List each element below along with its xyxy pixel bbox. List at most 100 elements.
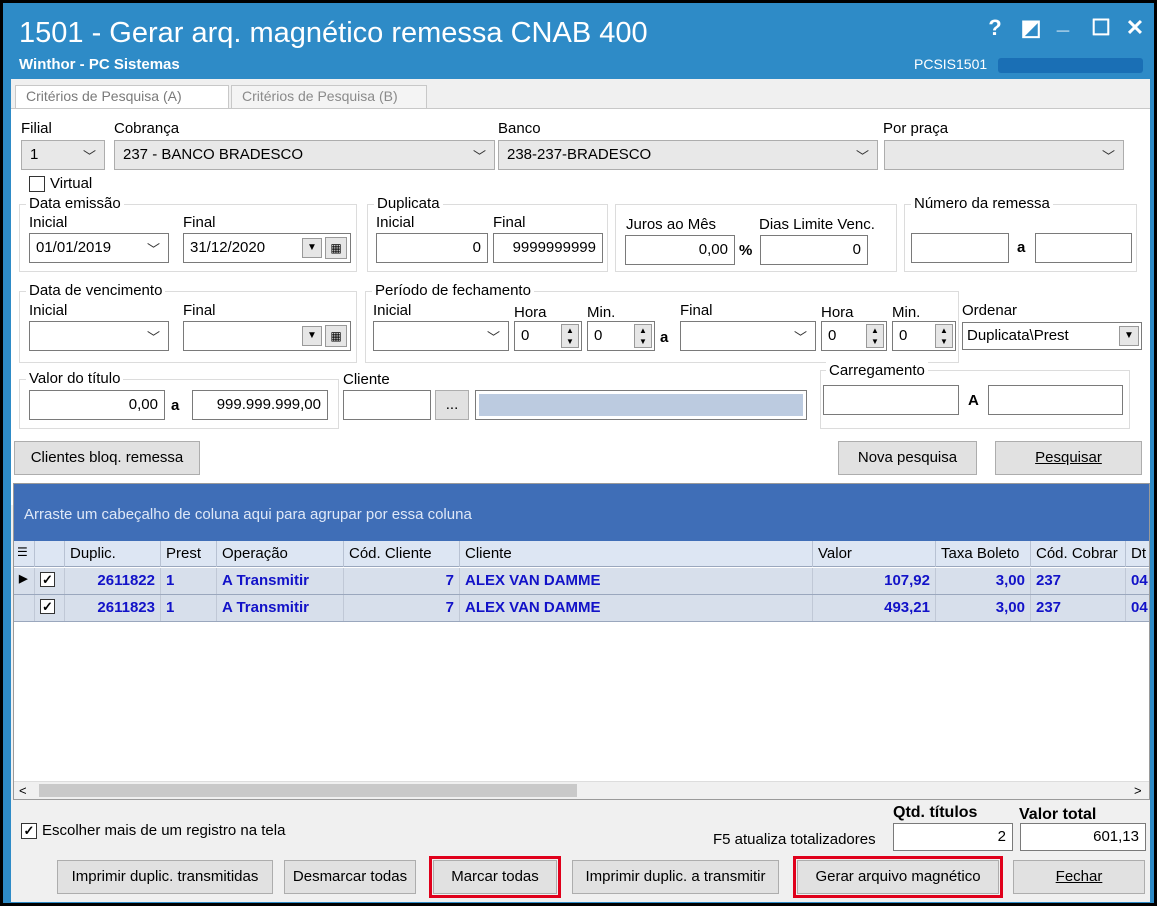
fechar-button[interactable]: Fechar bbox=[1013, 860, 1145, 894]
cell-prest: 1 bbox=[160, 568, 216, 594]
remessa-from-input[interactable] bbox=[911, 233, 1009, 263]
juros-label: Juros ao Mês bbox=[626, 216, 717, 233]
table-row[interactable]: ▶ ✓ 2611822 1 A Transmitir 7 ALEX VAN DA… bbox=[14, 568, 1149, 595]
scrollbar-thumb[interactable] bbox=[39, 784, 577, 797]
min1-spinner[interactable]: 0 ▲ ▼ bbox=[587, 321, 655, 351]
dropdown-arrow-icon[interactable]: ▼ bbox=[302, 326, 322, 346]
col-operacao[interactable]: Operação bbox=[216, 541, 343, 567]
column-header-row: ☰ Duplic. Prest Operação Cód. Cliente Cl… bbox=[14, 541, 1149, 567]
duplicata-inicial-label: Inicial bbox=[376, 214, 415, 231]
duplicata-final-input[interactable]: 9999999999 bbox=[493, 233, 603, 263]
col-duplic[interactable]: Duplic. bbox=[64, 541, 160, 567]
por-praca-select[interactable]: ﹀ bbox=[884, 140, 1124, 170]
close-button[interactable]: ✕ bbox=[1121, 15, 1149, 41]
carregamento-to-input[interactable] bbox=[988, 385, 1123, 415]
valor-total-field: 601,13 bbox=[1020, 823, 1146, 851]
row-checkbox[interactable]: ✓ bbox=[40, 599, 55, 614]
window-subtitle: Winthor - PC Sistemas bbox=[19, 56, 180, 73]
col-cliente[interactable]: Cliente bbox=[459, 541, 812, 567]
carregamento-from-input[interactable] bbox=[823, 385, 959, 415]
cobranca-label: Cobrança bbox=[114, 120, 180, 137]
filial-label: Filial bbox=[21, 120, 52, 137]
column-chooser-icon[interactable]: ☰ bbox=[14, 541, 34, 567]
dias-limite-input[interactable]: 0 bbox=[760, 235, 868, 265]
col-taxa-boleto[interactable]: Taxa Boleto bbox=[935, 541, 1030, 567]
pesquisar-button[interactable]: Pesquisar bbox=[995, 441, 1142, 475]
emissao-inicial-input[interactable]: 01/01/2019 ﹀ bbox=[29, 233, 169, 263]
imprimir-transmitidas-button[interactable]: Imprimir duplic. transmitidas bbox=[57, 860, 273, 894]
calendar-icon[interactable]: ▦ bbox=[325, 237, 347, 259]
col-dt[interactable]: Dt bbox=[1125, 541, 1149, 567]
juros-input[interactable]: 0,00 bbox=[625, 235, 735, 265]
min2-value: 0 bbox=[899, 327, 908, 344]
emissao-final-input[interactable]: 31/12/2020 ▼ ▦ bbox=[183, 233, 351, 263]
cobranca-select[interactable]: 237 - BANCO BRADESCO ﹀ bbox=[114, 140, 495, 170]
filial-select[interactable]: 1 ﹀ bbox=[21, 140, 105, 170]
vencimento-inicial-input[interactable]: ﹀ bbox=[29, 321, 169, 351]
horizontal-scrollbar[interactable]: < > bbox=[14, 781, 1149, 799]
chevron-down-icon: ﹀ bbox=[793, 330, 807, 345]
group-by-panel[interactable]: Arraste um cabeçalho de coluna aqui para… bbox=[14, 484, 1149, 541]
virtual-label: Virtual bbox=[50, 175, 93, 192]
maximize-button[interactable]: ☐ bbox=[1087, 15, 1115, 41]
emissao-inicial-label: Inicial bbox=[29, 214, 68, 231]
ordenar-select[interactable]: Duplicata\Prest ▼ bbox=[962, 322, 1142, 350]
minimize-button[interactable]: _ bbox=[1049, 9, 1077, 35]
hora2-spinner[interactable]: 0 ▲ ▼ bbox=[821, 321, 887, 351]
carregamento-label: Carregamento bbox=[826, 362, 928, 379]
periodo-sep: a bbox=[660, 329, 669, 346]
virtual-checkbox[interactable] bbox=[29, 176, 45, 192]
data-vencimento-label: Data de vencimento bbox=[26, 282, 166, 299]
imprimir-a-transmitir-button[interactable]: Imprimir duplic. a transmitir bbox=[572, 860, 779, 894]
col-prest[interactable]: Prest bbox=[160, 541, 216, 567]
nova-pesquisa-button[interactable]: Nova pesquisa bbox=[838, 441, 977, 475]
spinner-arrows-icon[interactable]: ▲ ▼ bbox=[634, 324, 652, 348]
spinner-arrows-icon[interactable]: ▲ ▼ bbox=[561, 324, 579, 348]
remessa-to-input[interactable] bbox=[1035, 233, 1132, 263]
duplicata-inicial-input[interactable]: 0 bbox=[376, 233, 488, 263]
data-emissao-label: Data emissão bbox=[26, 195, 124, 212]
spinner-arrows-icon[interactable]: ▲ ▼ bbox=[935, 324, 953, 348]
vencimento-final-input[interactable]: ▼ ▦ bbox=[183, 321, 351, 351]
row-checkbox-cell[interactable]: ✓ bbox=[34, 595, 64, 621]
row-checkbox[interactable]: ✓ bbox=[40, 572, 55, 587]
cliente-code-input[interactable] bbox=[343, 390, 431, 420]
cell-dt: 04 bbox=[1125, 568, 1149, 594]
tab-criterios-a[interactable]: Critérios de Pesquisa (A) bbox=[15, 85, 229, 109]
cell-cod-cliente: 7 bbox=[343, 568, 459, 594]
banco-select[interactable]: 238-237-BRADESCO ﹀ bbox=[498, 140, 878, 170]
clientes-bloq-button[interactable]: Clientes bloq. remessa bbox=[14, 441, 200, 475]
por-praca-label: Por praça bbox=[883, 120, 949, 137]
multi-select-checkbox[interactable]: ✓ bbox=[21, 823, 37, 839]
cell-cliente: ALEX VAN DAMME bbox=[459, 595, 812, 621]
valor-to-input[interactable]: 999.999.999,00 bbox=[192, 390, 328, 420]
gerar-arquivo-button[interactable]: Gerar arquivo magnético bbox=[793, 856, 1003, 898]
col-cod-cobranca[interactable]: Cód. Cobrar bbox=[1030, 541, 1125, 567]
chevron-down-icon: ﹀ bbox=[146, 242, 160, 257]
help-button[interactable]: ? bbox=[981, 15, 1009, 41]
scroll-right-icon[interactable]: > bbox=[1134, 783, 1142, 798]
table-row[interactable]: ✓ 2611823 1 A Transmitir 7 ALEX VAN DAMM… bbox=[14, 595, 1149, 622]
code-bar bbox=[998, 58, 1143, 73]
calendar-icon[interactable]: ▦ bbox=[325, 325, 347, 347]
valor-from-input[interactable]: 0,00 bbox=[29, 390, 165, 420]
periodo-final-input[interactable]: ﹀ bbox=[680, 321, 816, 351]
cliente-browse-button[interactable]: ... bbox=[435, 390, 469, 420]
min1-value: 0 bbox=[594, 327, 603, 344]
dropdown-arrow-icon[interactable]: ▼ bbox=[302, 238, 322, 258]
restore-icon[interactable]: ◩ bbox=[1017, 15, 1045, 41]
client-area: Critérios de Pesquisa (A) Critérios de P… bbox=[11, 79, 1150, 902]
col-cod-cliente[interactable]: Cód. Cliente bbox=[343, 541, 459, 567]
hora1-spinner[interactable]: 0 ▲ ▼ bbox=[514, 321, 582, 351]
marcar-todas-button[interactable]: Marcar todas bbox=[429, 856, 561, 898]
periodo-inicial-input[interactable]: ﹀ bbox=[373, 321, 509, 351]
spinner-arrows-icon[interactable]: ▲ ▼ bbox=[866, 324, 884, 348]
tab-criterios-b[interactable]: Critérios de Pesquisa (B) bbox=[231, 85, 427, 109]
min2-spinner[interactable]: 0 ▲ ▼ bbox=[892, 321, 956, 351]
scroll-left-icon[interactable]: < bbox=[19, 783, 27, 798]
col-valor[interactable]: Valor bbox=[812, 541, 935, 567]
row-checkbox-cell[interactable]: ✓ bbox=[34, 568, 64, 594]
desmarcar-todas-button[interactable]: Desmarcar todas bbox=[284, 860, 416, 894]
current-row-indicator-icon: ▶ bbox=[19, 573, 28, 585]
dropdown-arrow-icon[interactable]: ▼ bbox=[1119, 326, 1139, 346]
